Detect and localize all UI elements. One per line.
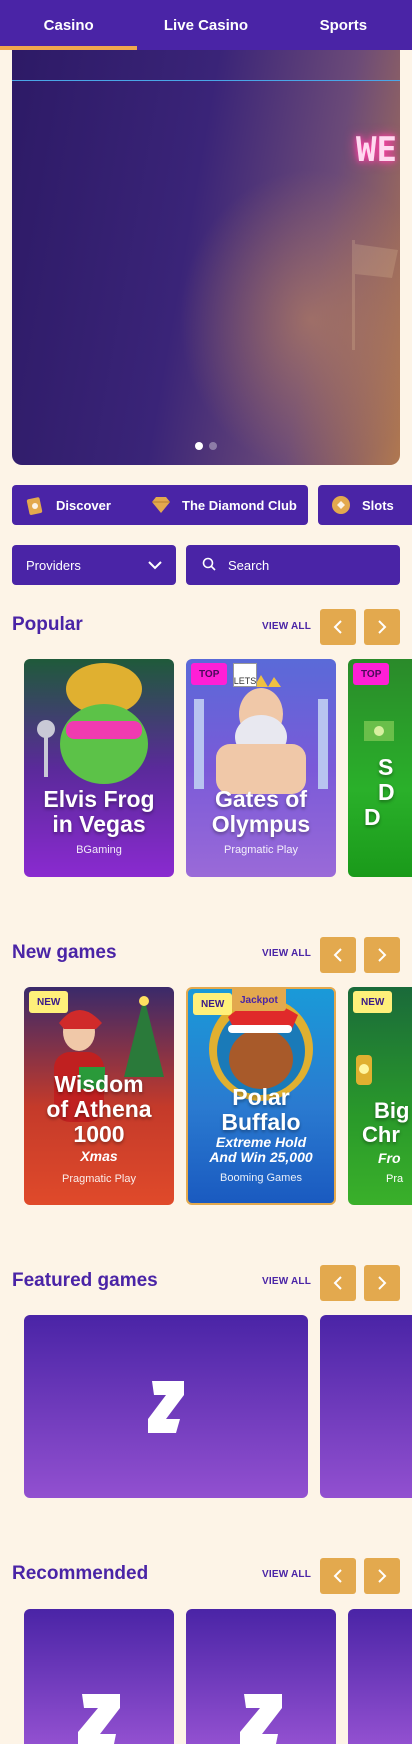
section-title-recommended: Recommended <box>12 1563 149 1584</box>
game-card-gates-of-olympus[interactable]: TOP LETS Gates of Olympus Pragmatic Play <box>186 659 336 877</box>
view-all-recommended[interactable]: VIEW ALL <box>262 1569 311 1580</box>
game-card-polar-buffalo[interactable]: NEW Jackpot Polar Buffalo Extreme Hold And… <box>186 987 336 1205</box>
game-art-elvis-frog <box>37 663 148 784</box>
search-input[interactable]: Search <box>186 545 400 585</box>
brand-logo-icon <box>148 1380 184 1433</box>
search-icon <box>202 557 216 574</box>
game-title: SDD <box>364 754 395 830</box>
recommended-prev-button[interactable] <box>320 1558 356 1594</box>
hero-flag-decoration <box>352 240 398 350</box>
popular-prev-button[interactable] <box>320 609 356 645</box>
badge-top: TOP <box>353 663 390 685</box>
badge-jackpot: Jackpot <box>232 989 286 1011</box>
chevron-left-icon <box>333 948 342 962</box>
new-games-next-button[interactable] <box>364 937 400 973</box>
featured-game-placeholder[interactable] <box>24 1315 308 1498</box>
tab-casino[interactable]: Casino <box>0 0 138 50</box>
badge-new: NEW <box>29 991 69 1013</box>
game-card-partial-new[interactable]: NEW Big Chr Fro Pra <box>348 987 412 1205</box>
hero-pagination <box>195 442 217 450</box>
game-card-wisdom-of-athena[interactable]: NEW Wisdom of Athena 1000 Xmas Pragmatic P… <box>24 987 174 1205</box>
game-art-lantern <box>356 1055 372 1085</box>
badge-new: NEW <box>193 993 233 1015</box>
badge-new: NEW <box>353 991 393 1013</box>
game-title: Gates of Olympus <box>211 786 311 837</box>
hero-title: WE <box>356 130 397 170</box>
view-all-new-games[interactable]: VIEW ALL <box>262 948 311 959</box>
new-games-prev-button[interactable] <box>320 937 356 973</box>
category-discover[interactable]: Discover <box>12 485 159 525</box>
recommended-game-placeholder-partial[interactable] <box>348 1609 412 1744</box>
view-all-featured[interactable]: VIEW ALL <box>262 1276 311 1287</box>
game-card-elvis-frog[interactable]: Elvis Frog in Vegas BGaming <box>24 659 174 877</box>
popular-next-button[interactable] <box>364 609 400 645</box>
game-provider: Pra <box>386 1173 404 1185</box>
chevron-left-icon <box>333 620 342 634</box>
discover-icon <box>24 494 46 516</box>
game-subtitle: Fro <box>378 1150 401 1166</box>
category-diamond-club[interactable]: The Diamond Club <box>138 485 308 525</box>
brand-logo-icon <box>240 1694 282 1744</box>
game-art-cash <box>364 721 394 741</box>
category-slots[interactable]: Slots <box>318 485 412 525</box>
brand-logo-icon <box>78 1694 120 1744</box>
hero-banner[interactable]: WE <box>12 50 400 465</box>
game-title: Wisdom of Athena 1000 <box>46 1071 152 1147</box>
providers-select[interactable]: Providers <box>12 545 176 585</box>
game-title: Elvis Frog in Vegas <box>43 786 155 837</box>
broken-image-placeholder: LETS <box>233 663 257 687</box>
diamond-icon <box>150 494 172 516</box>
game-subtitle: Extreme Hold And Win 25,000 <box>209 1134 313 1165</box>
chevron-right-icon <box>378 620 387 634</box>
game-provider: BGaming <box>76 844 122 856</box>
chevron-left-icon <box>333 1276 342 1290</box>
game-provider: Pragmatic Play <box>224 844 298 856</box>
chevron-right-icon <box>378 1276 387 1290</box>
chevron-right-icon <box>378 1569 387 1583</box>
hero-divider <box>12 80 400 81</box>
featured-next-button[interactable] <box>364 1265 400 1301</box>
chevron-down-icon <box>148 558 162 573</box>
game-title: Polar Buffalo <box>221 1084 301 1135</box>
chevron-right-icon <box>378 948 387 962</box>
view-all-popular[interactable]: VIEW ALL <box>262 621 311 632</box>
top-nav: Casino Live Casino Sports <box>0 0 412 50</box>
section-title-new-games: New games <box>12 942 117 963</box>
recommended-game-placeholder[interactable] <box>24 1609 174 1744</box>
game-title: Big Chr <box>362 1098 410 1147</box>
recommended-game-placeholder[interactable] <box>186 1609 336 1744</box>
section-title-featured: Featured games <box>12 1270 158 1291</box>
featured-prev-button[interactable] <box>320 1265 356 1301</box>
section-title-popular: Popular <box>12 614 83 635</box>
game-card-partial[interactable]: TOP SDD <box>348 659 412 877</box>
tab-sports[interactable]: Sports <box>275 0 412 50</box>
featured-game-placeholder-partial[interactable] <box>320 1315 412 1498</box>
slots-icon <box>330 494 352 516</box>
hero-dot-1[interactable] <box>195 442 203 450</box>
badge-top: TOP <box>191 663 228 685</box>
tab-live-casino[interactable]: Live Casino <box>137 0 274 50</box>
recommended-next-button[interactable] <box>364 1558 400 1594</box>
game-provider: Pragmatic Play <box>62 1173 136 1185</box>
hero-dot-2[interactable] <box>209 442 217 450</box>
game-provider: Booming Games <box>220 1172 302 1184</box>
chevron-left-icon <box>333 1569 342 1583</box>
game-subtitle: Xmas <box>80 1148 118 1164</box>
